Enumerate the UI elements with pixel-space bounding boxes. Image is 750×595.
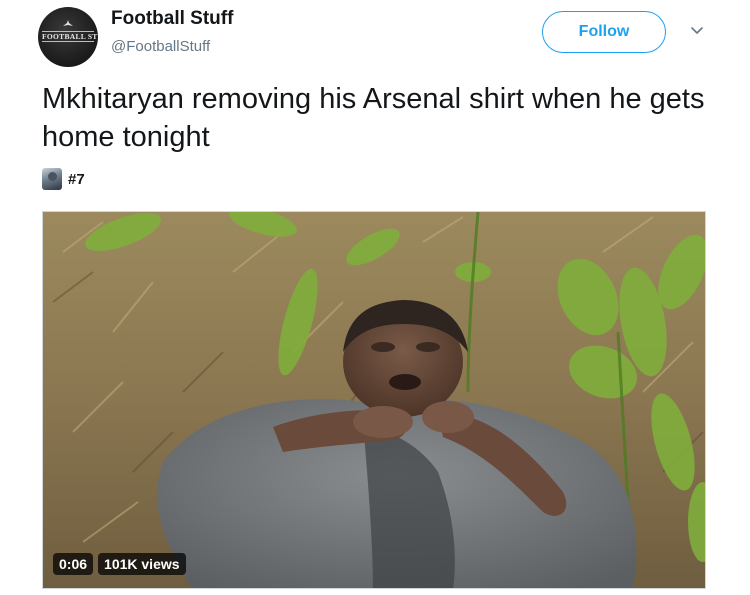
video-duration: 0:06 bbox=[53, 553, 94, 575]
tweet-text: Mkhitaryan removing his Arsenal shirt wh… bbox=[42, 83, 705, 153]
logo-bird-icon bbox=[63, 20, 73, 26]
hashtag-text: #7 bbox=[68, 170, 85, 188]
video-player[interactable]: 0:06 101K views bbox=[42, 211, 706, 589]
video-frame bbox=[43, 212, 705, 588]
video-meta: 0:06 101K views bbox=[53, 553, 186, 575]
hashtag-thumbnail bbox=[42, 168, 62, 190]
display-name[interactable]: Football Stuff bbox=[111, 8, 233, 30]
avatar-logo-text: FOOTBALL STUFF bbox=[42, 31, 98, 42]
hashtag-link[interactable]: #7 bbox=[42, 168, 85, 190]
video-views: 101K views bbox=[98, 553, 186, 575]
account-avatar[interactable]: FOOTBALL STUFF bbox=[38, 7, 98, 67]
chevron-down-icon[interactable] bbox=[690, 26, 704, 36]
account-handle[interactable]: @FootballStuff bbox=[111, 38, 210, 55]
follow-button[interactable]: Follow bbox=[542, 11, 666, 53]
